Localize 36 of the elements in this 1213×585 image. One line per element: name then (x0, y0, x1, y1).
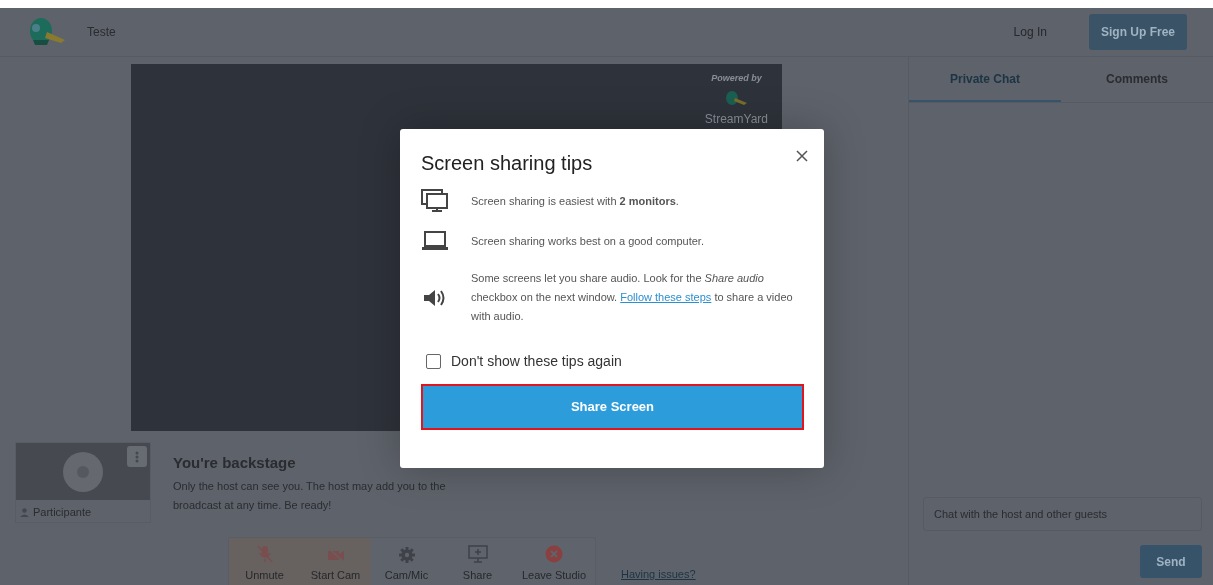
chat-input[interactable]: Chat with the host and other guests (923, 497, 1202, 531)
login-link[interactable]: Log In (1007, 22, 1053, 42)
tip-text: Screen sharing is easiest with 2 monitors. (471, 193, 679, 209)
checkbox-label: Don't show these tips again (451, 352, 622, 371)
duck-logo (724, 90, 749, 107)
app-name: Teste (87, 24, 116, 41)
help-link[interactable]: Having issues? (621, 566, 696, 583)
avatar-icon (63, 451, 103, 492)
share-screen-button[interactable]: Share Screen (421, 384, 804, 430)
settings-icon (398, 546, 415, 563)
powered-by-label: Powered by (710, 72, 763, 85)
speaker-icon (423, 287, 447, 308)
send-button[interactable]: Send (1140, 545, 1202, 578)
chat-tab[interactable]: Private Chat (909, 57, 1061, 102)
tip-text: Screen sharing works best on a good computer. (471, 233, 704, 249)
toolbar-button[interactable]: Start Cam (300, 538, 371, 585)
tip-text: Some screens let you share audio. Look for the Share audio checkbox on the next window. Follow these steps to share a video with audio. (471, 271, 794, 324)
close-circle-icon (545, 544, 563, 563)
signup-button[interactable]: Sign Up Free (1089, 14, 1187, 50)
share-screen-icon (467, 544, 488, 563)
laptop-icon (421, 231, 449, 251)
brand-name: StreamYard (704, 110, 768, 128)
toolbar-button[interactable]: Cam/Mic (371, 538, 442, 585)
steps-link[interactable]: Follow these steps (620, 291, 712, 303)
kebab-icon (135, 450, 139, 463)
monitors-icon (421, 189, 449, 213)
leave-button[interactable]: Leave Studio (513, 538, 595, 585)
participant-name: Participante (33, 505, 92, 520)
close-icon (796, 149, 808, 162)
backstage-title: You're backstage (173, 453, 297, 473)
toolbar-button[interactable]: Unmute (229, 538, 300, 585)
chat-tab[interactable]: Comments (1061, 57, 1213, 102)
dialog-title: Screen sharing tips (421, 151, 594, 175)
checkbox[interactable] (426, 354, 441, 369)
toolbar-button[interactable]: Share (442, 538, 513, 585)
person-icon (20, 507, 29, 517)
